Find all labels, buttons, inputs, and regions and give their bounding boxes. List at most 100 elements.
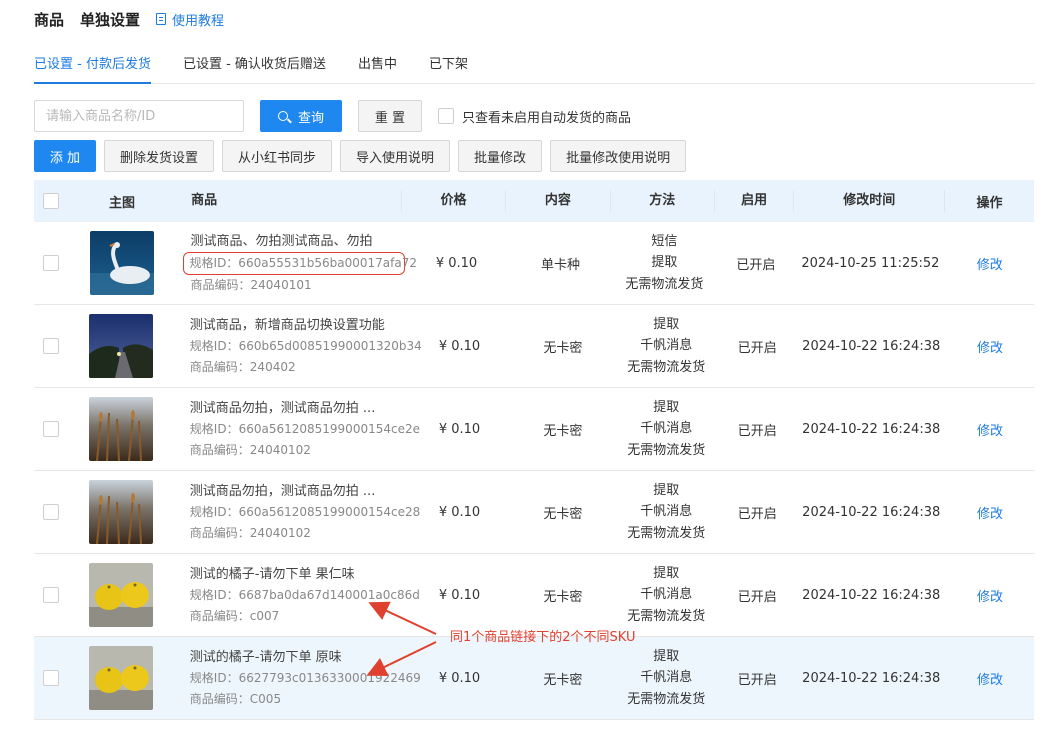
row-checkbox[interactable] [43, 587, 60, 603]
query-button[interactable]: 查询 [260, 100, 342, 132]
edit-link[interactable]: 修改 [977, 507, 1003, 522]
goods-title: 测试商品勿拍，测试商品勿拍 ... [189, 400, 376, 416]
method-line: 无需物流发货 [627, 359, 706, 375]
only-disabled-filter[interactable]: 只查看未启用自动发货的商品 [438, 107, 631, 126]
add-button[interactable]: 添 加 [34, 140, 96, 172]
method-line: 千帆消息 [640, 587, 693, 603]
content: 无卡密 [543, 340, 583, 356]
sku-id: 规格ID：660a55531b56ba00017afa72 [189, 255, 417, 270]
price: ¥ 0.10 [438, 421, 481, 437]
modified-time: 2024-10-22 16:24:38 [802, 338, 941, 354]
method-line: 提取 [653, 316, 680, 332]
modified-time: 2024-10-22 16:24:38 [802, 421, 941, 437]
table-row: 测试的橘子-请勿下单 果仁味 规格ID：6687ba0da67d140001a0… [34, 554, 1034, 637]
method-line: 无需物流发货 [627, 608, 706, 624]
goods-code: 商品编码：24040102 [189, 442, 311, 457]
content: 无卡密 [543, 672, 583, 688]
goods-title: 测试商品、勿拍测试商品、勿拍 [190, 233, 373, 249]
product-image-oranges [89, 646, 154, 710]
table-header: 主图 商品 价格 内容 方法 启用 修改时间 操作 [34, 180, 1034, 222]
page-title-individual-settings: 单独设置 [80, 10, 141, 29]
enabled-status: 已开启 [737, 672, 777, 688]
edit-link[interactable]: 修改 [977, 258, 1003, 273]
select-all-checkbox[interactable] [43, 193, 60, 209]
import-guide-button[interactable]: 导入使用说明 [340, 140, 451, 172]
page-header: 商品 单独设置 使用教程 [34, 8, 224, 30]
method-line: 千帆消息 [640, 670, 693, 686]
content: 单卡种 [540, 257, 580, 273]
sku-id: 规格ID：660b65d00851990001320b34 [189, 338, 422, 353]
row-checkbox[interactable] [43, 255, 60, 271]
method: 提取 千帆消息 无需物流发货 [615, 397, 718, 462]
goods-title: 测试的橘子-请勿下单 果仁味 [189, 566, 355, 582]
table-row: 测试商品、勿拍测试商品、勿拍 规格ID：660a55531b56ba00017a… [34, 222, 1034, 305]
header-goods: 商品 [175, 190, 402, 212]
batch-edit-guide-button[interactable]: 批量修改使用说明 [550, 140, 687, 172]
edit-link[interactable]: 修改 [977, 341, 1003, 356]
sku-id: 规格ID：660a5612085199000154ce28 [189, 504, 421, 519]
method-line: 无需物流发货 [627, 691, 706, 707]
enabled-status: 已开启 [737, 506, 777, 522]
method-line: 千帆消息 [640, 504, 693, 520]
goods-code: 商品编码：24040101 [190, 277, 312, 292]
row-checkbox[interactable] [43, 421, 60, 437]
method: 提取 千帆消息 无需物流发货 [615, 646, 718, 711]
price: ¥ 0.10 [438, 338, 481, 354]
tab-bar: 已设置 - 付款后发货 已设置 - 确认收货后赠送 出售中 已下架 [34, 44, 1035, 84]
method: 提取 千帆消息 无需物流发货 [615, 314, 718, 379]
goods-title: 测试商品，新增商品切换设置功能 [189, 317, 385, 333]
product-image-reeds [89, 397, 154, 461]
row-checkbox[interactable] [43, 670, 60, 686]
delete-settings-button[interactable]: 删除发货设置 [104, 140, 215, 172]
tab-confirm-receipt-gift[interactable]: 已设置 - 确认收货后赠送 [183, 44, 326, 84]
enabled-status: 已开启 [737, 423, 777, 439]
tab-off-shelf[interactable]: 已下架 [429, 44, 468, 84]
product-image-swan [89, 231, 154, 295]
edit-link[interactable]: 修改 [977, 590, 1003, 605]
sku-id: 规格ID：660a5612085199000154ce2e [189, 421, 420, 436]
header-operation: 操作 [976, 195, 1003, 211]
search-input[interactable] [34, 100, 244, 132]
header-price: 价格 [402, 190, 507, 212]
goods-title: 测试的橘子-请勿下单 原味 [189, 649, 342, 665]
tutorial-link[interactable]: 使用教程 [156, 10, 224, 29]
content: 无卡密 [543, 423, 583, 439]
search-toolbar: 查询 重 置 只查看未启用自动发货的商品 [34, 100, 631, 132]
product-image-oranges [89, 563, 154, 627]
sku-highlight-box: 规格ID：660a55531b56ba00017afa72 [182, 251, 417, 275]
goods-code: 商品编码：240402 [189, 359, 296, 374]
price: ¥ 0.10 [435, 255, 478, 271]
action-toolbar: 添 加 删除发货设置 从小红书同步 导入使用说明 批量修改 批量修改使用说明 [34, 140, 694, 172]
method: 短信 提取 无需物流发货 [612, 231, 716, 296]
sync-xiaohongshu-button[interactable]: 从小红书同步 [222, 140, 333, 172]
method: 提取 千帆消息 无需物流发货 [615, 480, 718, 545]
row-checkbox[interactable] [43, 338, 60, 354]
header-method: 方法 [611, 190, 716, 212]
method-line: 千帆消息 [640, 338, 693, 354]
only-disabled-checkbox[interactable] [438, 108, 454, 124]
method-line: 千帆消息 [640, 421, 693, 437]
enabled-status: 已开启 [737, 589, 777, 605]
price: ¥ 0.10 [438, 670, 481, 686]
tab-paid-delivery[interactable]: 已设置 - 付款后发货 [34, 44, 151, 84]
document-icon [156, 13, 167, 25]
method-line: 提取 [653, 648, 680, 664]
query-button-label: 查询 [297, 110, 324, 126]
tab-on-sale[interactable]: 出售中 [358, 44, 397, 84]
method-line: 短信 [651, 233, 678, 249]
batch-edit-button[interactable]: 批量修改 [458, 140, 543, 172]
table-row: 测试的橘子-请勿下单 原味 规格ID：6627793c0136330001922… [34, 637, 1034, 720]
goods-title: 测试商品勿拍，测试商品勿拍 ... [189, 483, 376, 499]
edit-link[interactable]: 修改 [977, 424, 1003, 439]
edit-link[interactable]: 修改 [977, 673, 1003, 688]
annotation-label: 同1个商品链接下的2个不同SKU [450, 630, 636, 645]
table-row: 测试商品勿拍，测试商品勿拍 ... 规格ID：660a5612085199000… [34, 471, 1034, 554]
product-image-dusk-road [89, 314, 154, 378]
row-checkbox[interactable] [43, 504, 60, 520]
header-enabled: 启用 [715, 190, 795, 212]
goods-code: 商品编码：c007 [189, 608, 280, 623]
modified-time: 2024-10-25 11:25:52 [801, 255, 940, 271]
reset-button[interactable]: 重 置 [358, 100, 422, 132]
modified-time: 2024-10-22 16:24:38 [802, 504, 941, 520]
goods-code: 商品编码：C005 [189, 691, 282, 706]
